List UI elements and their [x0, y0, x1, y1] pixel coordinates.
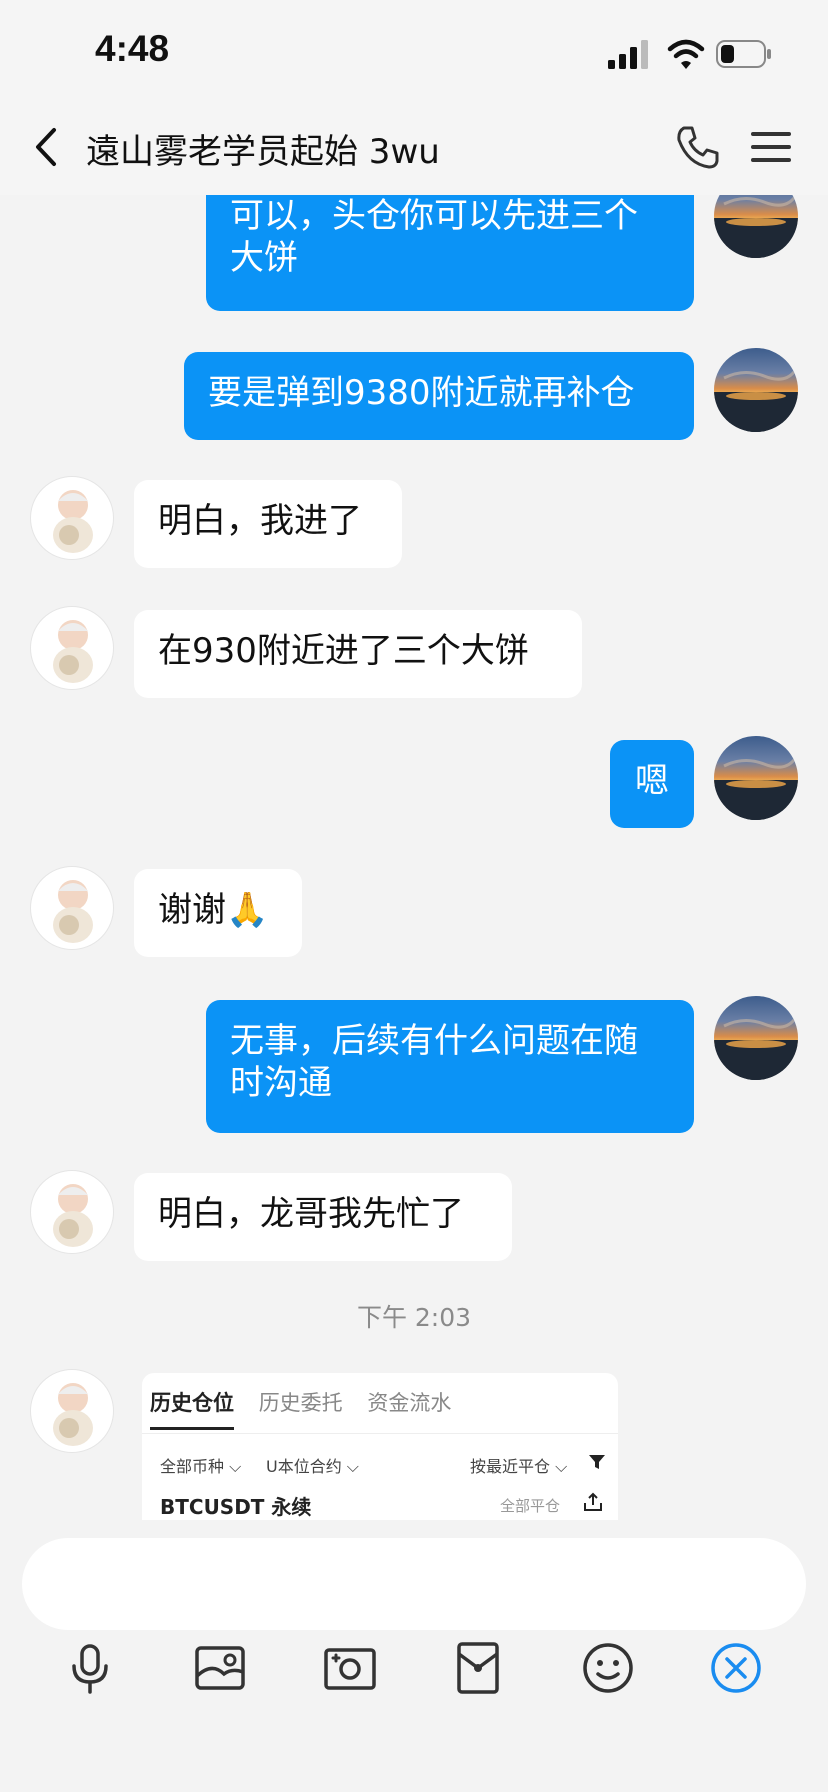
- message-timestamp: 下午 2:03: [356, 1303, 472, 1332]
- screenshot-close-all: 全部平仓: [500, 1497, 561, 1515]
- chat-title: 遠山雾老学员起始 3wu: [86, 132, 440, 172]
- message-input[interactable]: [22, 1538, 806, 1630]
- camera-button[interactable]: [318, 1636, 382, 1700]
- screenshot-symbol: BTCUSDT 永续: [160, 1495, 312, 1519]
- avatar[interactable]: [714, 996, 798, 1080]
- screenshot-tab: 资金流水: [367, 1391, 452, 1415]
- voice-button[interactable]: [58, 1636, 122, 1700]
- emoji-icon: [583, 1643, 633, 1693]
- message-bubble-incoming[interactable]: 在930附近进了三个大饼: [134, 610, 582, 698]
- back-button[interactable]: [28, 122, 68, 172]
- status-time: 4:48: [95, 28, 170, 69]
- sunset-avatar-icon: [714, 1018, 798, 1080]
- red-packet-icon: [457, 1642, 499, 1694]
- baby-avatar-icon: [53, 620, 93, 683]
- screenshot-tabs: 历史仓位 历史委托 资金流水: [150, 1387, 469, 1417]
- avatar[interactable]: [30, 1170, 114, 1254]
- baby-avatar-icon: [53, 490, 93, 553]
- battery-icon: [716, 40, 771, 68]
- baby-avatar-icon: [53, 1184, 93, 1247]
- baby-avatar-icon: [53, 880, 93, 943]
- status-icons: [606, 38, 776, 69]
- message-bubble-outgoing[interactable]: 嗯: [610, 740, 694, 828]
- sunset-avatar-icon: [714, 758, 798, 820]
- shared-screenshot-message[interactable]: 历史仓位 历史委托 资金流水 全部币种 ⌵ U本位合约 ⌵ 按最近平仓 ⌵ BT…: [142, 1373, 618, 1520]
- avatar[interactable]: [714, 736, 798, 820]
- image-button[interactable]: [188, 1636, 252, 1700]
- status-indicators-icon: [608, 39, 771, 69]
- filter-icon: [589, 1455, 605, 1469]
- hamburger-menu-icon: [751, 132, 791, 162]
- chat-area[interactable]: 可以，头仓你可以先进三个大饼 要是弹到9380附近就再补仓 明白，我进了 在93…: [0, 0, 828, 1520]
- avatar[interactable]: [30, 476, 114, 560]
- close-panel-button[interactable]: [704, 1636, 768, 1700]
- message-bubble-outgoing[interactable]: 要是弹到9380附近就再补仓: [184, 352, 694, 440]
- image-icon: [195, 1646, 245, 1690]
- bottom-panel: [0, 1520, 828, 1792]
- status-bar: 4:48: [0, 0, 828, 100]
- divider: [142, 1433, 618, 1434]
- message-bubble-incoming[interactable]: 明白，龙哥我先忙了: [134, 1173, 512, 1261]
- share-icon: [584, 1492, 602, 1511]
- chevron-left-icon: [36, 128, 56, 166]
- call-button[interactable]: [672, 122, 722, 172]
- signal-icon: [608, 40, 648, 69]
- avatar[interactable]: [30, 1369, 114, 1453]
- message-bubble-incoming[interactable]: 明白，我进了: [134, 480, 402, 568]
- message-bubble-outgoing[interactable]: 可以，头仓你可以先进三个大饼: [206, 175, 694, 311]
- menu-button[interactable]: [746, 122, 796, 172]
- phone-icon: [677, 126, 719, 169]
- wifi-icon: [667, 39, 705, 69]
- camera-icon: [324, 1648, 376, 1690]
- message-bubble-outgoing[interactable]: 无事，后续有什么问题在随时沟通: [206, 1000, 694, 1133]
- screenshot-filter-coin: 全部币种 ⌵: [160, 1457, 242, 1476]
- close-icon: [711, 1643, 761, 1693]
- screenshot-filter-sort: 按最近平仓 ⌵: [470, 1457, 568, 1476]
- avatar[interactable]: [30, 606, 114, 690]
- baby-avatar-icon: [53, 1383, 93, 1446]
- screenshot-tab: 历史委托: [258, 1391, 343, 1415]
- microphone-icon: [72, 1644, 108, 1694]
- avatar[interactable]: [714, 348, 798, 432]
- screenshot-tab: 历史仓位: [150, 1391, 234, 1415]
- emoji-button[interactable]: [576, 1636, 640, 1700]
- active-tab-indicator: [150, 1427, 234, 1430]
- screenshot-filter-contract: U本位合约 ⌵: [266, 1457, 359, 1476]
- red-packet-button[interactable]: [446, 1636, 510, 1700]
- sunset-avatar-icon: [714, 370, 798, 432]
- message-bubble-incoming[interactable]: 谢谢🙏: [134, 869, 302, 957]
- avatar[interactable]: [30, 866, 114, 950]
- chat-header: 遠山雾老学员起始 3wu: [0, 100, 828, 195]
